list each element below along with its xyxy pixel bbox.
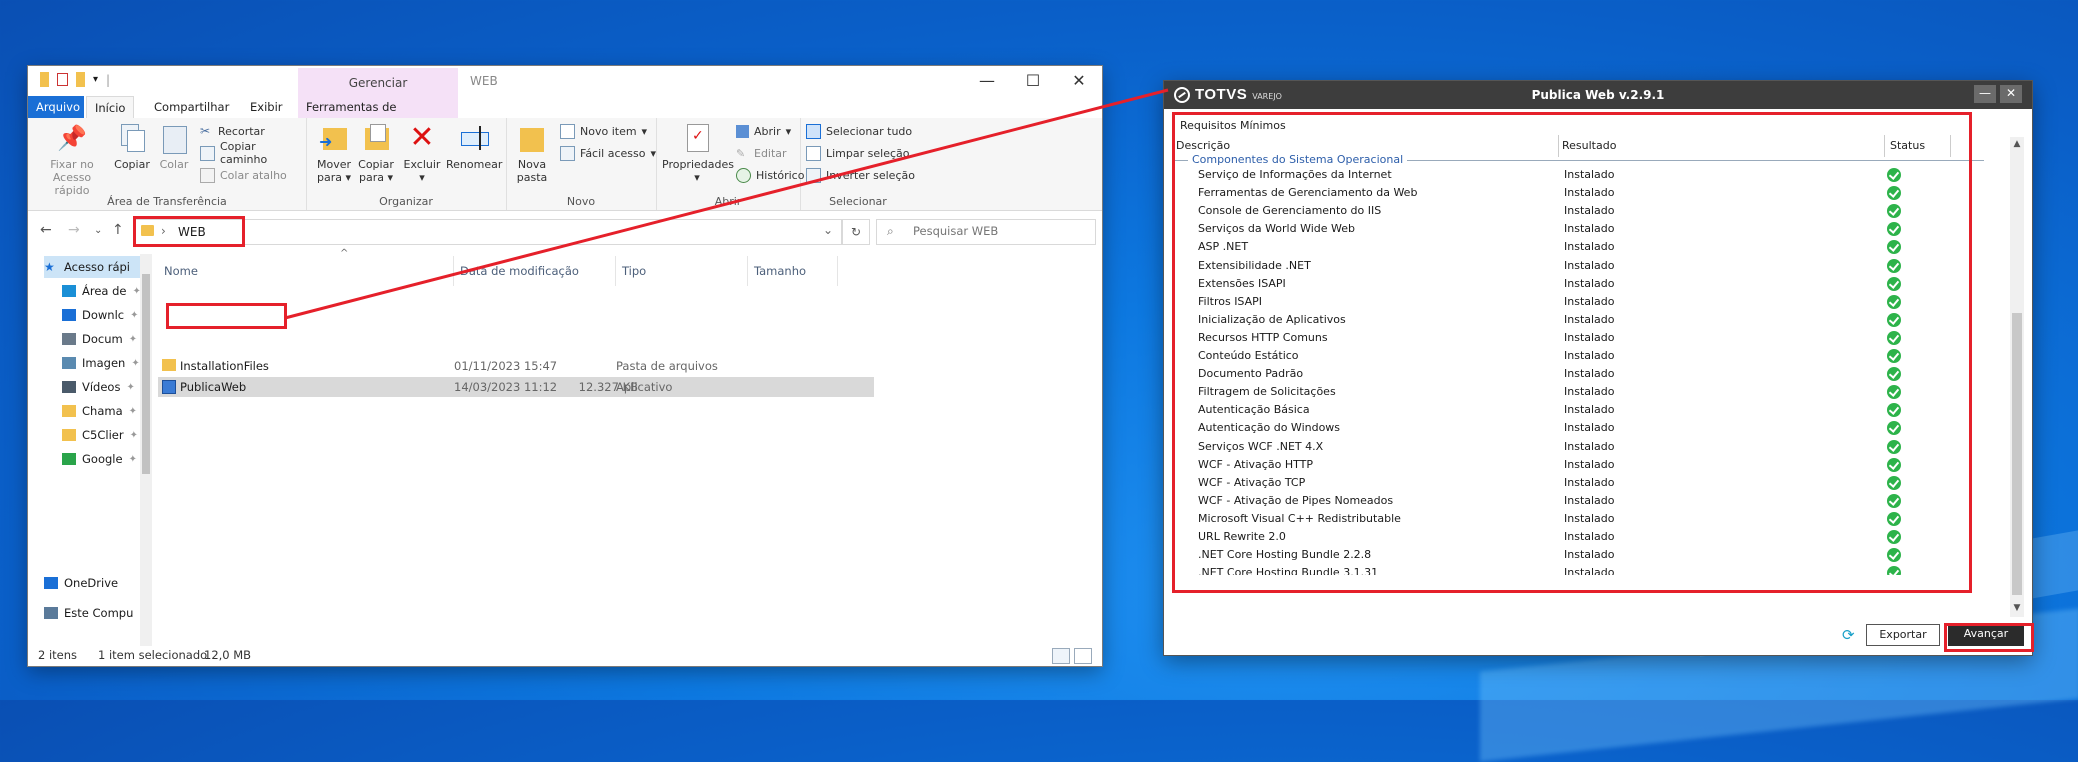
highlight-publicaweb-file (166, 303, 287, 329)
highlight-requirements (1172, 112, 1972, 593)
highlight-next-button (1944, 623, 2034, 652)
highlight-address (133, 216, 245, 247)
connector-line (284, 88, 1169, 320)
